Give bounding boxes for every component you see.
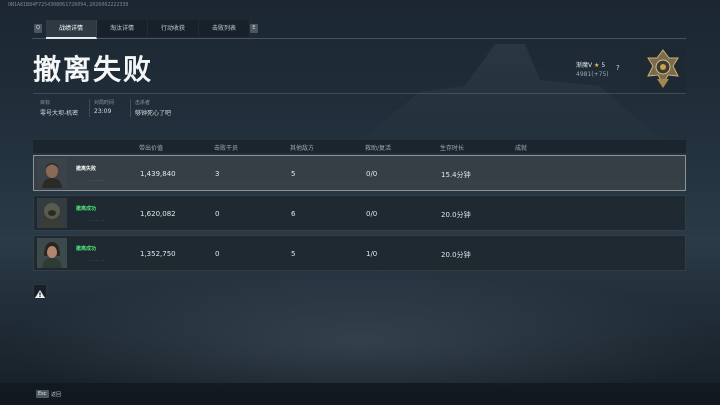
info-separator (89, 99, 90, 117)
avatar (37, 238, 67, 268)
info-time: 对局时间 23:09 (94, 99, 114, 115)
star-icon: ★ (594, 62, 600, 69)
back-label[interactable]: 返回 (51, 391, 61, 398)
table-header: 带出价值 击败干员 其他敌方 救助/复活 生存时长 成就 (33, 140, 686, 153)
info-time-key: 对局时间 (94, 100, 115, 106)
rank-help-icon[interactable]: ? (616, 64, 620, 72)
header-kills: 击败干员 (214, 145, 239, 152)
cell-value: 1,439,840 (140, 170, 176, 178)
info-killer-value[interactable]: 够钟死心了吧 (135, 108, 171, 117)
header-achievements: 成就 (515, 145, 528, 152)
avatar (37, 158, 67, 188)
background-fog (0, 270, 720, 390)
rank-stars: 5 (601, 62, 606, 69)
tab-bar: 战绩详情 淘汰详情 行动收获 击败列表 (46, 20, 250, 39)
warning-icon (35, 290, 45, 298)
cell-others: 5 (291, 170, 296, 178)
table-row[interactable]: 撤离成功 ······· 1,352,750 0 5 1/0 20.0分钟 (33, 235, 686, 271)
cell-kills: 0 (215, 250, 220, 258)
cell-kills: 0 (215, 210, 220, 218)
header-others: 其他敌方 (290, 145, 315, 152)
title-divider (33, 93, 686, 94)
esc-key-hint[interactable]: Esc (36, 390, 49, 398)
tab-divider (32, 38, 686, 39)
session-watermark: ON1A81B84F7254308061726094,2026062222330 (8, 2, 129, 8)
player-name-hidden: ······· (89, 258, 105, 263)
tab-kill-list[interactable]: 击败列表 (199, 20, 250, 37)
player-status: 撤离成功 (76, 206, 97, 212)
info-killer-key: 击杀者 (135, 100, 151, 106)
cell-rescue: 0/0 (366, 170, 378, 178)
info-time-value: 23:09 (94, 108, 112, 115)
header-rescue: 救助/复活 (365, 145, 392, 152)
avatar (37, 198, 67, 228)
info-target-key: 目标 (40, 100, 51, 106)
header-survive: 生存时长 (440, 145, 465, 152)
header-value: 带出价值 (139, 145, 164, 152)
table-row[interactable]: 撤离成功 ······· 1,620,082 0 6 0/0 20.0分钟 (33, 195, 686, 231)
player-name-hidden: ······· (89, 178, 105, 183)
player-status: 撤离成功 (76, 246, 97, 252)
cell-survive: 20.0分钟 (441, 251, 471, 259)
footer-bar (0, 383, 720, 405)
tab-match-details[interactable]: 战绩详情 (46, 20, 97, 39)
info-killer: 击杀者 够钟死心了吧 (135, 99, 171, 117)
rank-info: 渐魔V ★ 5 4981(+75) (576, 60, 609, 78)
info-target: 目标 零号大坝-机密 (40, 99, 78, 117)
cell-value: 1,620,082 (140, 210, 176, 218)
cell-value: 1,352,750 (140, 250, 176, 258)
key-hint-left[interactable]: Q (34, 24, 42, 33)
rank-name: 渐魔V (576, 62, 593, 69)
cell-survive: 15.4分钟 (441, 171, 471, 179)
tab-action-gains[interactable]: 行动收获 (148, 20, 199, 37)
rank-line: 渐魔V ★ 5 (576, 60, 609, 69)
cell-rescue: 0/0 (366, 210, 378, 218)
cell-survive: 20.0分钟 (441, 211, 471, 219)
rank-points: 4981(+75) (576, 71, 609, 78)
info-separator (130, 99, 131, 117)
cell-others: 6 (291, 210, 296, 218)
tab-elimination-details[interactable]: 淘汰详情 (97, 20, 148, 37)
report-button[interactable] (33, 284, 47, 298)
cell-kills: 3 (215, 170, 220, 178)
rank-badge-icon (640, 46, 686, 92)
cell-rescue: 1/0 (366, 250, 378, 258)
table-row[interactable]: 撤离失败 ······· 1,439,840 3 5 0/0 15.4分钟 (33, 155, 686, 191)
info-target-value: 零号大坝-机密 (40, 110, 79, 117)
key-hint-right[interactable]: E (250, 24, 258, 33)
player-name-hidden: ······· (89, 218, 105, 223)
page-title: 撤离失败 (33, 53, 154, 86)
cell-others: 5 (291, 250, 296, 258)
player-status: 撤离失败 (76, 166, 97, 172)
